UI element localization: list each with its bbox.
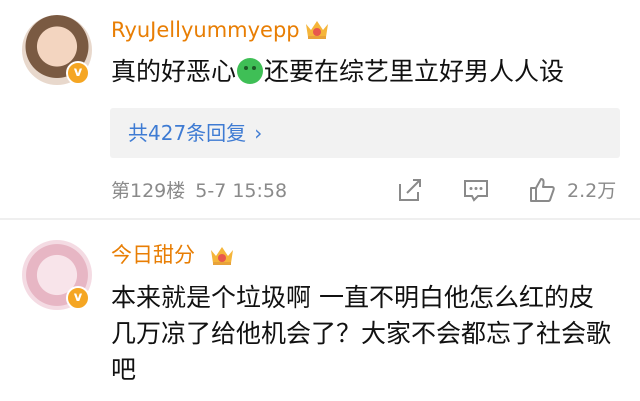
nauseated-face-icon (237, 58, 264, 84)
comment-item: v 今日甜分 本来就是个垃圾啊 一直不明白他怎么红的皮几万凉了给他机会了？大家不… (0, 220, 640, 401)
comment-text-part: 真的好恶心 (111, 57, 237, 86)
crown-vip-icon (211, 247, 233, 265)
comment-text-part: 还要在综艺里立好男人人设 (264, 57, 565, 86)
comment-item: v RyuJellyummyepp 真的好恶心 还要在综艺里立好男人人设 共427… (0, 0, 640, 218)
comment-icon[interactable] (462, 176, 490, 204)
comment-text: 本来就是个垃圾啊 一直不明白他怎么红的皮几万凉了给他机会了？大家不会都忘了社会歌… (111, 283, 612, 384)
comment-meta: 第129楼 5-7 15:58 (111, 178, 287, 204)
like-count: 2.2万 (567, 180, 617, 202)
crown-vip-icon (306, 21, 328, 39)
replies-link[interactable]: 共427条回复 › (110, 108, 620, 158)
replies-label: 共427条回复 (128, 121, 247, 145)
share-icon[interactable] (396, 176, 424, 204)
verified-badge-icon: v (66, 286, 90, 310)
comment-text: 真的好恶心 还要在综艺里立好男人人设 (111, 54, 611, 90)
username[interactable]: 今日甜分 (111, 241, 195, 269)
timestamp: 5-7 15:58 (195, 180, 288, 202)
like-icon[interactable] (528, 176, 556, 204)
chevron-right-icon: › (254, 121, 263, 145)
username[interactable]: RyuJellyummyepp (111, 16, 300, 44)
verified-badge-icon: v (66, 61, 90, 85)
floor-number: 第129楼 (111, 180, 186, 202)
